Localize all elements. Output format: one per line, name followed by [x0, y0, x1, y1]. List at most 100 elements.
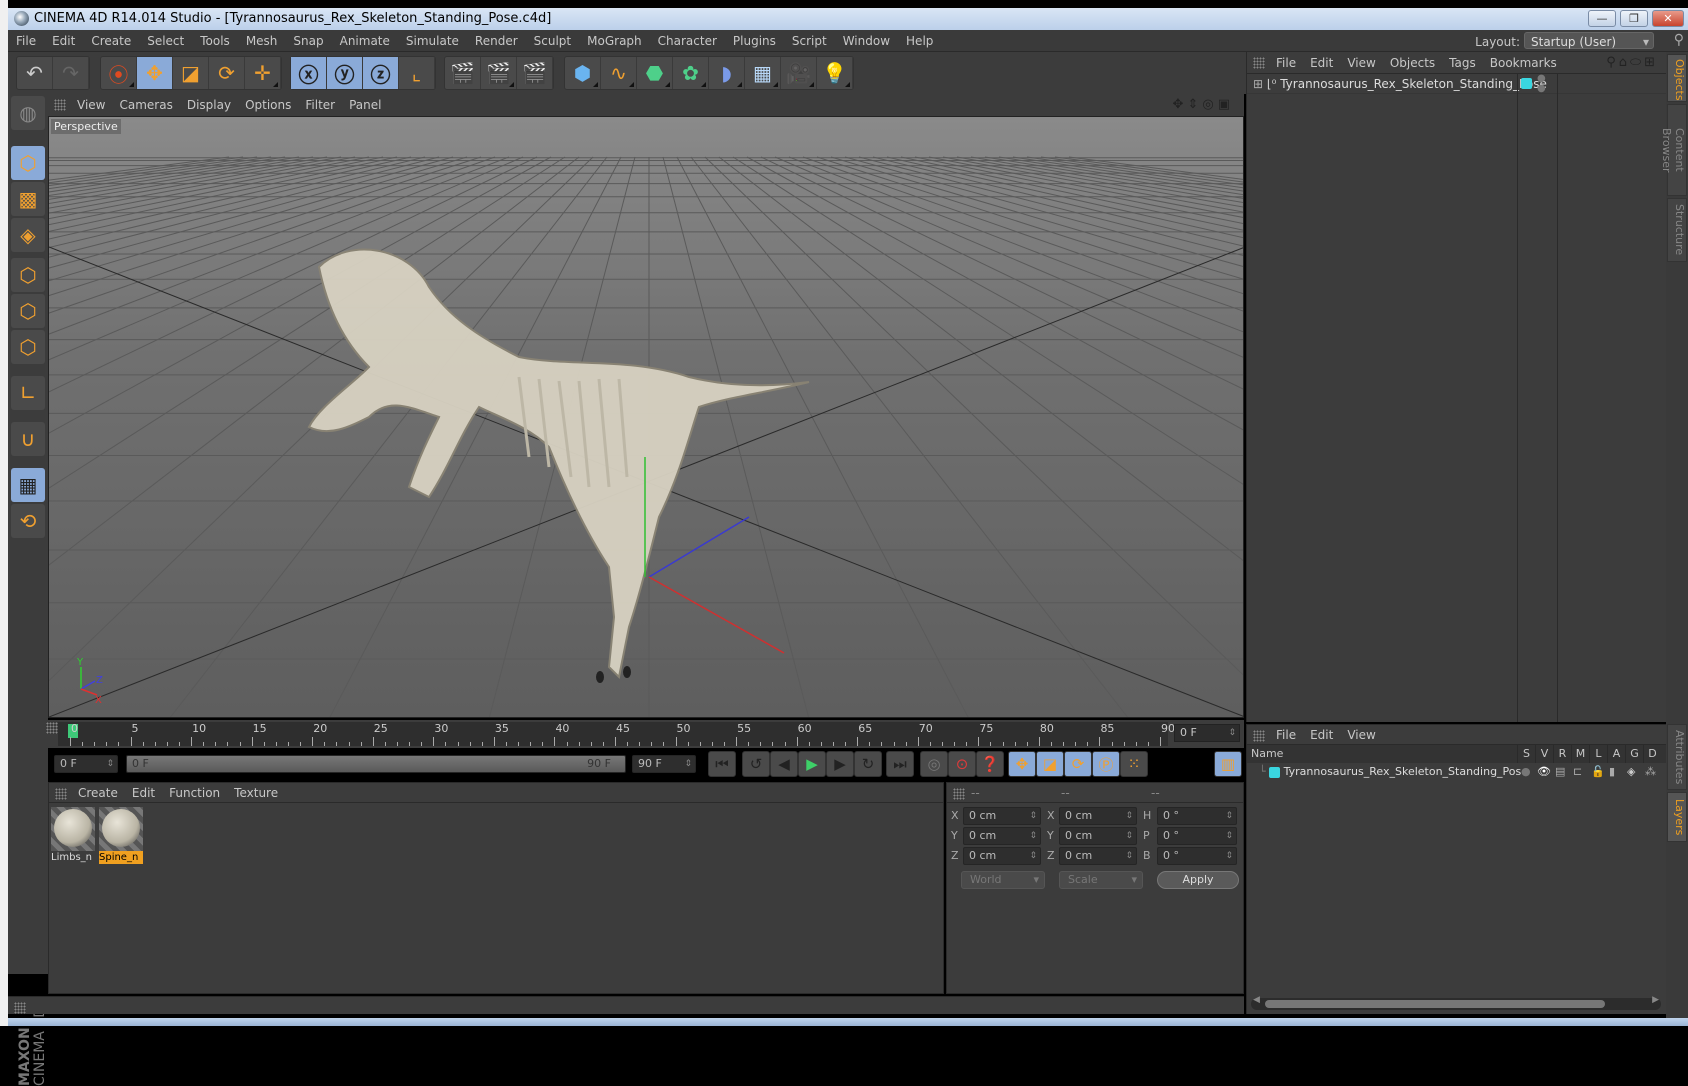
column-view[interactable]: V — [1535, 745, 1553, 763]
cube-icon[interactable]: ⬢ — [565, 57, 601, 89]
autokey-icon[interactable]: ⊙ — [948, 751, 976, 777]
viewport-menu-cameras[interactable]: Cameras — [112, 94, 179, 116]
menu-render[interactable]: Render — [467, 30, 526, 52]
visibility-dots-icon[interactable]: ● ● — [1537, 74, 1546, 94]
solo-toggle-icon[interactable]: ● — [1521, 763, 1531, 781]
column-render[interactable]: R — [1553, 745, 1571, 763]
last-tool-icon[interactable]: ✛ — [245, 57, 281, 89]
pan-icon[interactable]: ✥ — [1173, 97, 1188, 112]
undo-icon[interactable]: ↶ — [17, 57, 53, 89]
menu-snap[interactable]: Snap — [285, 30, 331, 52]
column-solo[interactable]: S — [1517, 745, 1535, 763]
layer-color-swatch[interactable] — [1521, 78, 1532, 89]
object-menu-view[interactable]: View — [1340, 52, 1382, 74]
rotation-b-field[interactable]: 0 ° — [1157, 847, 1237, 865]
menu-script[interactable]: Script — [784, 30, 835, 52]
position-y-field[interactable]: 0 cm — [963, 827, 1041, 845]
timeline-window-icon[interactable]: ▥ — [1214, 751, 1242, 777]
model-mode-icon[interactable]: ⬡ — [11, 146, 45, 180]
column-manager[interactable]: M — [1571, 745, 1589, 763]
menu-simulate[interactable]: Simulate — [398, 30, 467, 52]
coordinate-system-icon[interactable]: ⌞ — [399, 57, 435, 89]
key-scale-icon[interactable]: ◪ — [1036, 751, 1064, 777]
eye-toggle-icon[interactable]: ⬭ — [1630, 55, 1644, 70]
max-frame-field[interactable]: 90 F — [632, 755, 696, 773]
minimize-button[interactable]: — — [1588, 10, 1616, 27]
expand-icon[interactable]: ⊞ — [1253, 77, 1263, 91]
panel-grip-icon[interactable] — [953, 788, 965, 800]
menu-animate[interactable]: Animate — [332, 30, 398, 52]
keyframe-selection-icon[interactable]: ❓ — [976, 751, 1004, 777]
axis-mode-icon[interactable]: ∟ — [11, 376, 45, 410]
menu-select[interactable]: Select — [139, 30, 192, 52]
animation-toggle-icon[interactable]: ▮ — [1609, 763, 1615, 781]
live-selection-icon[interactable]: ⦿ — [101, 57, 137, 89]
light-icon[interactable]: 💡 — [817, 57, 853, 89]
record-icon[interactable]: ◎ — [920, 751, 948, 777]
panel-grip-icon[interactable] — [1253, 57, 1265, 69]
render-settings-icon[interactable]: 🎬 — [517, 57, 553, 89]
render-toggle-icon[interactable]: ▤ — [1555, 763, 1565, 781]
timeline-grip-icon[interactable] — [46, 722, 58, 734]
array-icon[interactable]: ✿ — [673, 57, 709, 89]
menu-file[interactable]: File — [8, 30, 44, 52]
viewport-menu-options[interactable]: Options — [238, 94, 298, 116]
dolly-icon[interactable]: ⇕ — [1187, 97, 1202, 112]
scrollbar-thumb[interactable] — [1265, 1000, 1605, 1008]
workplane-snap-icon[interactable]: ⟲ — [11, 504, 45, 538]
object-row[interactable]: ⊞ ⌊⁰ Tyrannosaurus_Rex_Skeleton_Standing… — [1247, 74, 1666, 94]
size-x-field[interactable]: 0 cm — [1059, 807, 1137, 825]
render-picture-viewer-icon[interactable]: 🎬 — [481, 57, 517, 89]
column-deformers[interactable]: D — [1643, 745, 1661, 763]
texture-mode-icon[interactable]: ▩ — [11, 182, 45, 216]
go-to-start-icon[interactable]: ⏮ — [708, 751, 736, 777]
object-menu-edit[interactable]: Edit — [1303, 52, 1340, 74]
column-generators[interactable]: G — [1625, 745, 1643, 763]
layer-color-swatch[interactable] — [1269, 766, 1281, 778]
scale-icon[interactable]: ◪ — [173, 57, 209, 89]
menu-edit[interactable]: Edit — [44, 30, 83, 52]
size-y-field[interactable]: 0 cm — [1059, 827, 1137, 845]
material-menu-create[interactable]: Create — [71, 783, 125, 803]
next-key-icon[interactable]: ↻ — [854, 751, 882, 777]
redo-icon[interactable]: ↷ — [53, 57, 89, 89]
x-axis-lock-icon[interactable]: ⓧ — [291, 57, 327, 89]
min-frame-field[interactable]: 0 F — [54, 755, 118, 773]
go-to-end-icon[interactable]: ⏭ — [886, 751, 914, 777]
close-button[interactable]: ✕ — [1652, 10, 1684, 27]
polygons-mode-icon[interactable]: ⬡ — [11, 330, 45, 364]
viewport-menu-view[interactable]: View — [70, 94, 112, 116]
view-toggle-icon[interactable]: 👁 — [1537, 763, 1551, 781]
position-x-field[interactable]: 0 cm — [963, 807, 1041, 825]
range-slider[interactable]: 0 F 90 F — [126, 755, 626, 773]
object-name[interactable]: Tyrannosaurus_Rex_Skeleton_Standing_Pose — [1280, 77, 1547, 91]
deformer-icon[interactable]: ◗ — [709, 57, 745, 89]
menu-character[interactable]: Character — [650, 30, 725, 52]
orbit-icon[interactable]: ◎ — [1202, 97, 1217, 112]
next-frame-icon[interactable]: ▶ — [826, 751, 854, 777]
menu-plugins[interactable]: Plugins — [725, 30, 784, 52]
snapping-icon[interactable]: ∪ — [11, 422, 45, 456]
viewport-menu-panel[interactable]: Panel — [342, 94, 388, 116]
points-mode-icon[interactable]: ⬡ — [11, 258, 45, 292]
current-frame-field[interactable]: 0 F — [1174, 724, 1240, 742]
workplane-mode-icon[interactable]: ◈ — [11, 218, 45, 252]
tab-attributes[interactable]: Attributes — [1667, 724, 1687, 790]
menu-mesh[interactable]: Mesh — [238, 30, 286, 52]
timeline-ruler[interactable]: 0 5 10 15 20 25 30 35 40 45 50 55 60 65 70 75 80 85 90 — [58, 722, 1175, 746]
previous-key-icon[interactable]: ↺ — [742, 751, 770, 777]
layer-menu-view[interactable]: View — [1340, 725, 1382, 745]
rotation-h-field[interactable]: 0 ° — [1157, 807, 1237, 825]
camera-label[interactable]: Perspective — [51, 119, 121, 134]
transform-mode-dropdown[interactable]: Scale — [1059, 871, 1143, 889]
size-z-field[interactable]: 0 cm — [1059, 847, 1137, 865]
menu-help[interactable]: Help — [898, 30, 941, 52]
rotation-p-field[interactable]: 0 ° — [1157, 827, 1237, 845]
make-editable-icon[interactable]: ◍ — [11, 96, 45, 130]
position-z-field[interactable]: 0 cm — [963, 847, 1041, 865]
material-menu-edit[interactable]: Edit — [125, 783, 162, 803]
horizontal-scrollbar[interactable]: ◀ ▶ — [1251, 995, 1661, 1010]
column-name[interactable]: Name — [1251, 747, 1283, 760]
move-icon[interactable]: ✥ — [137, 57, 173, 89]
panel-grip-icon[interactable] — [55, 788, 67, 800]
